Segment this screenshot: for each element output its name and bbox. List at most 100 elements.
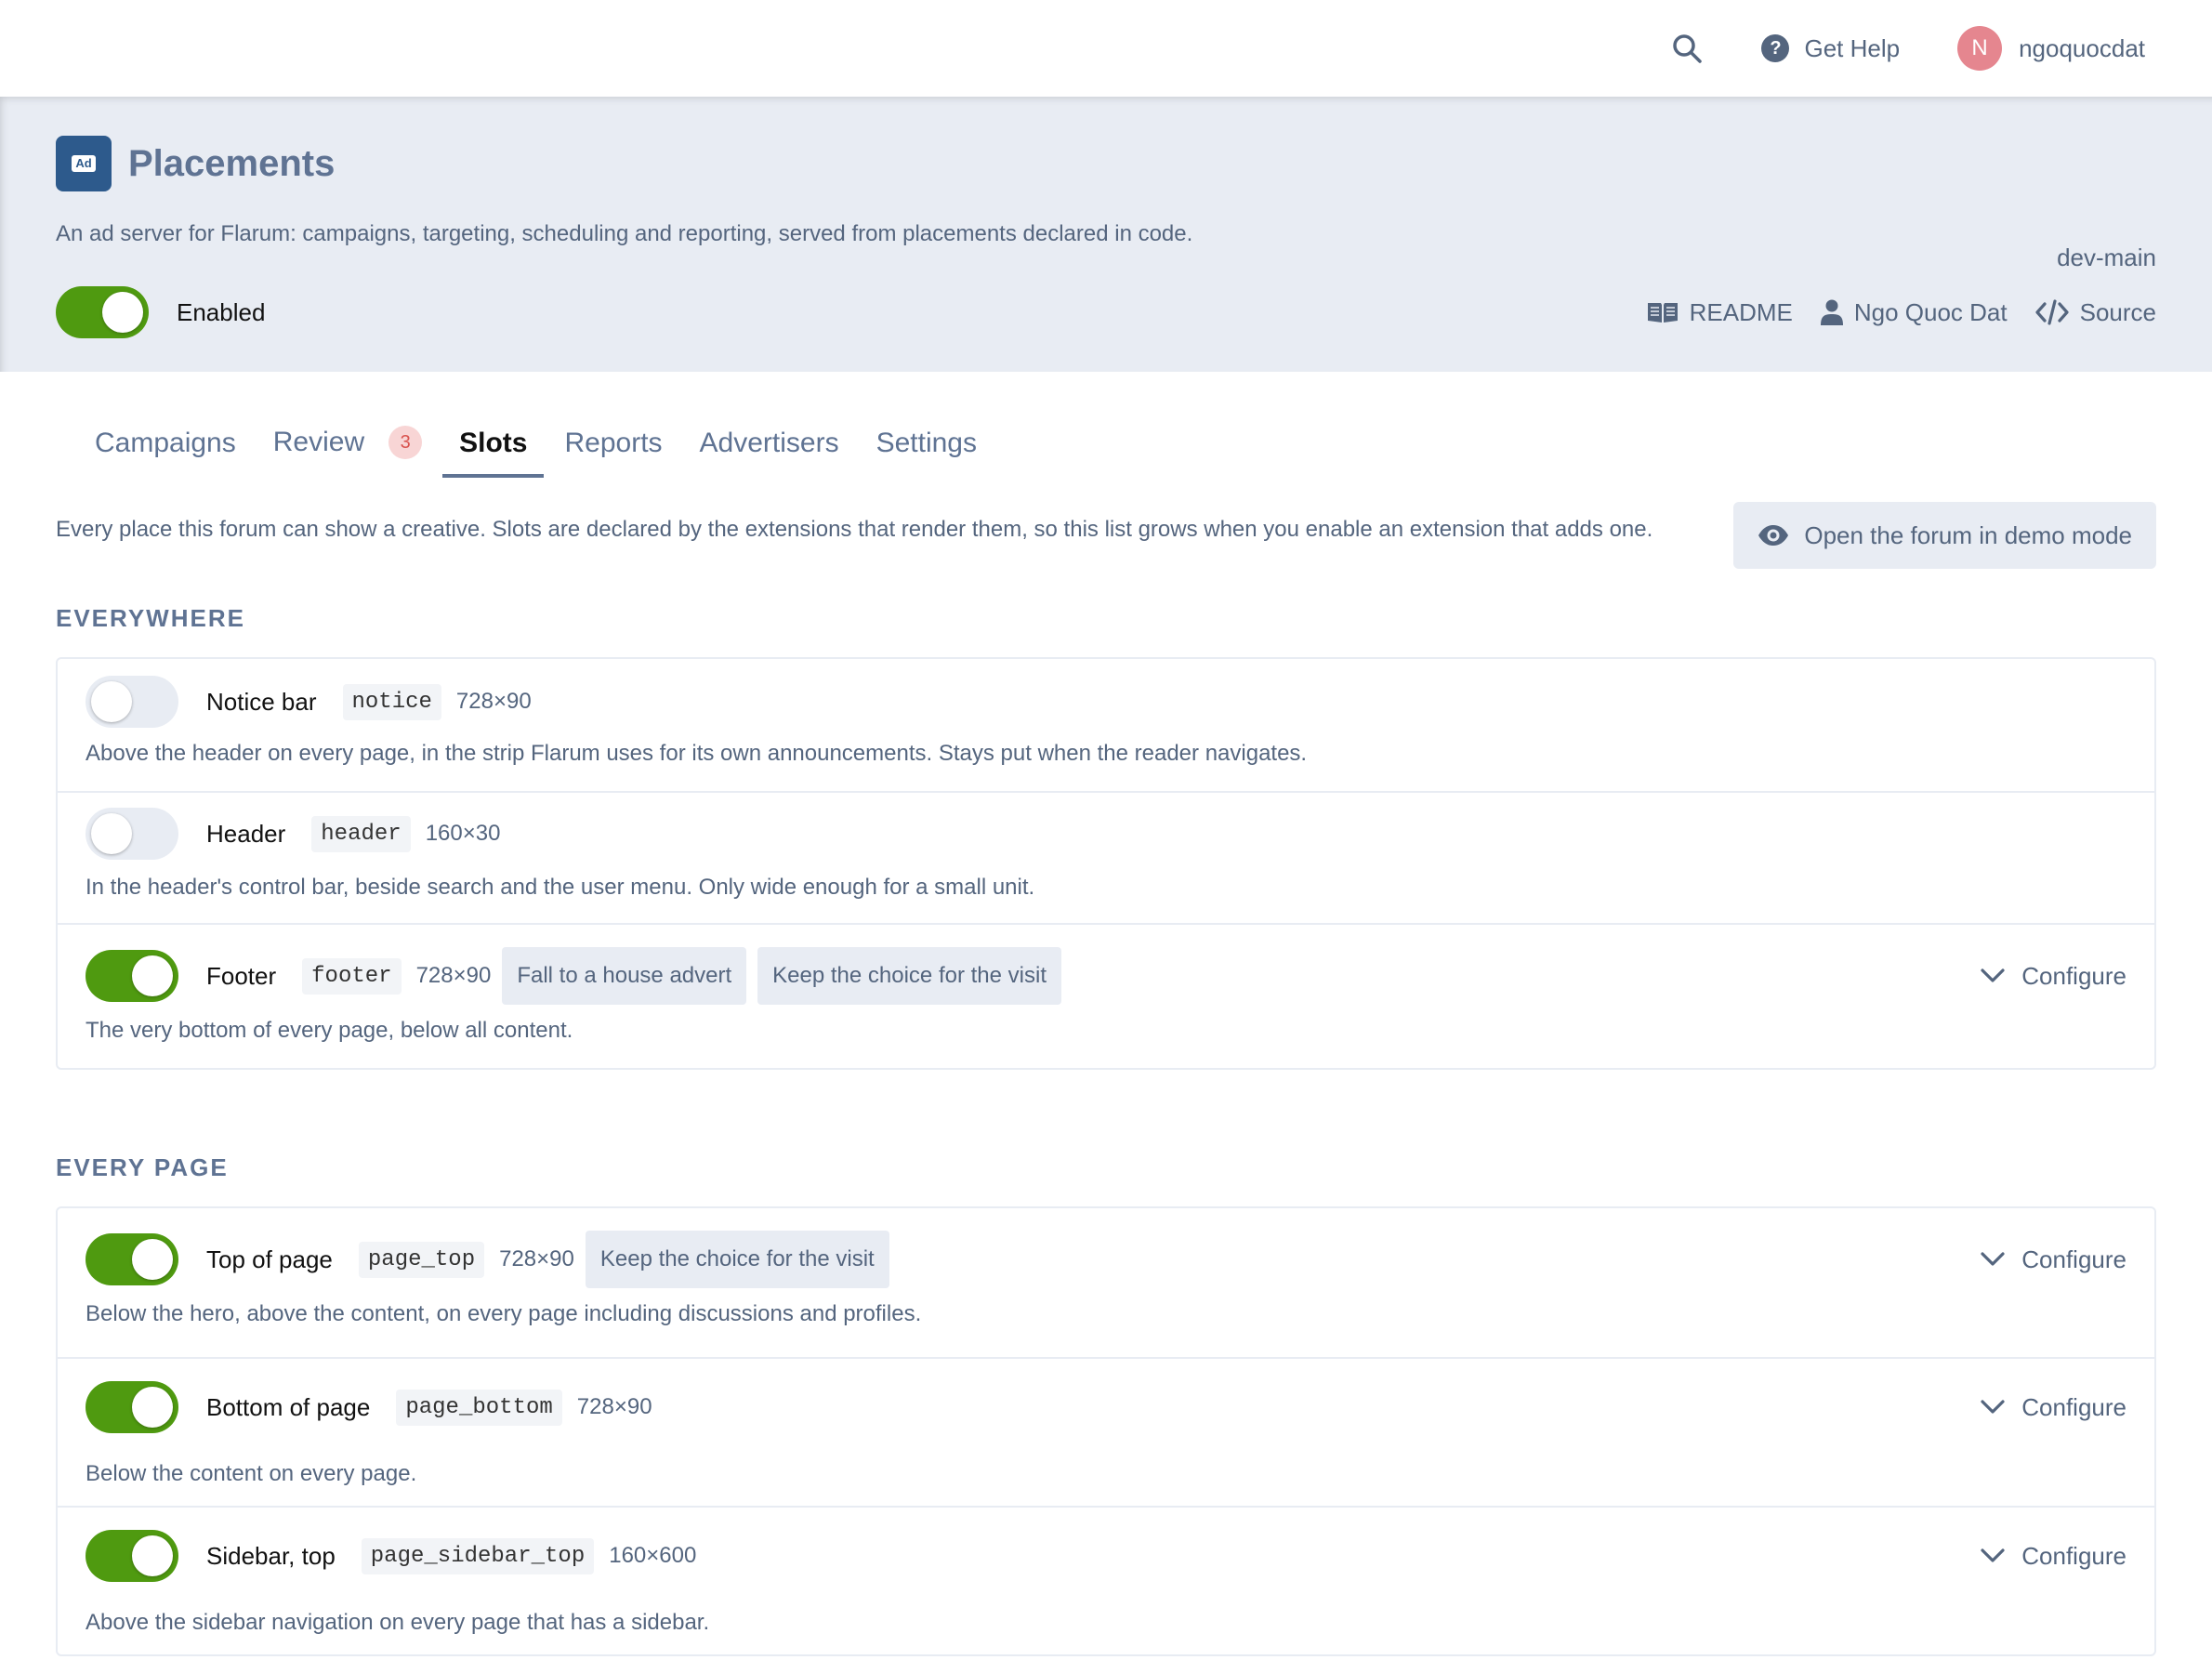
get-help-link[interactable]: ? Get Help [1761,34,1900,63]
slot-description: Below the hero, above the content, on ev… [86,1301,922,1326]
slot-description: Below the content on every page. [86,1461,417,1486]
chevron-down-icon [1981,968,2005,982]
slot-list-every-page: Top of page page_top 728×90 Keep the cho… [56,1206,2156,1656]
slot-description: The very bottom of every page, below all… [86,1018,573,1043]
extension-description: An ad server for Flarum: campaigns, targ… [56,221,1193,246]
configure-button[interactable]: Configure [1981,1542,2126,1571]
chevron-down-icon [1981,1548,2005,1562]
version-label: dev-main [2057,244,2156,271]
slot-size: 728×90 [455,689,532,714]
extension-enabled-toggle[interactable] [56,286,149,338]
section-heading-everywhere: EVERYWHERE [56,604,245,632]
eye-icon [1758,525,1789,546]
slot-description: In the header's control bar, beside sear… [86,875,1035,900]
slot-toggle[interactable] [86,676,178,728]
slot-row-footer: Footer footer 728×90 Fall to a house adv… [58,923,2154,1068]
slot-code: page_bottom [396,1389,562,1426]
slot-list-everywhere: Notice bar notice 728×90 Above the heade… [56,657,2156,1070]
extension-header: Ad Placements dev-main An ad server for … [0,97,2212,372]
slot-size: 160×600 [609,1543,697,1568]
slot-row-page-top: Top of page page_top 728×90 Keep the cho… [58,1208,2154,1357]
slot-toggle[interactable] [86,1530,178,1582]
persistence-chip: Keep the choice for the visit [757,947,1061,1005]
configure-label: Configure [2021,1245,2126,1273]
demo-mode-button[interactable]: Open the forum in demo mode [1733,502,2156,569]
ad-extension-icon: Ad [56,136,112,191]
slot-name: Bottom of page [206,1392,371,1421]
slot-code: notice [342,683,441,720]
question-circle-icon: ? [1761,34,1790,62]
readme-link[interactable]: README [1647,298,1793,327]
tab-advertisers[interactable]: Advertisers [700,428,839,478]
slot-name: Notice bar [206,687,317,716]
slot-size: 728×90 [499,1246,574,1271]
configure-label: Configure [2021,1541,2126,1570]
code-icon [2035,299,2069,325]
slot-name: Footer [206,961,277,990]
book-open-icon [1647,303,1678,323]
tab-bar: Campaigns Review 3 Slots Reports Advertis… [0,413,2212,478]
search-icon [1673,34,1703,63]
source-label: Source [2079,297,2156,326]
ad-icon-text: Ad [72,155,96,172]
username: ngoquocdat [2019,33,2145,62]
tab-label: Slots [459,428,528,458]
tab-label: Settings [876,428,977,458]
slot-description: Above the header on every page, in the s… [86,741,1308,766]
configure-label: Configure [2021,1392,2126,1421]
section-heading-every-page: EVERY PAGE [56,1153,229,1181]
slot-code: page_top [358,1241,485,1278]
configure-label: Configure [2021,961,2126,990]
tab-label: Review [272,427,365,457]
slot-row-notice: Notice bar notice 728×90 Above the heade… [58,659,2154,791]
configure-button[interactable]: Configure [1981,962,2126,991]
slot-toggle[interactable] [86,808,178,860]
tab-review[interactable]: Review 3 [272,426,423,478]
persistence-chip: Keep the choice for the visit [585,1231,889,1288]
slots-intro: Every place this forum can show a creati… [0,502,2212,569]
slot-toggle[interactable] [86,950,178,1002]
author-label: Ngo Quoc Dat [1853,297,2008,326]
tab-label: Reports [564,428,663,458]
fallback-chip: Fall to a house advert [502,947,747,1005]
author-link[interactable]: Ngo Quoc Dat [1820,297,2008,327]
demo-mode-label: Open the forum in demo mode [1804,520,2132,549]
tab-slots[interactable]: Slots [442,428,545,478]
slot-size: 728×90 [415,963,492,988]
search-button[interactable] [1670,32,1704,65]
tab-campaigns[interactable]: Campaigns [95,428,236,478]
user-icon [1820,299,1843,325]
slot-toggle[interactable] [86,1233,178,1285]
readme-label: README [1689,297,1793,326]
avatar: N [1957,26,2003,71]
source-link[interactable]: Source [2035,298,2156,327]
user-menu[interactable]: N ngoquocdat [1957,26,2145,71]
tab-settings[interactable]: Settings [876,428,977,478]
enabled-label: Enabled [177,297,266,326]
get-help-label: Get Help [1804,33,1901,62]
slot-code: footer [302,957,402,995]
slots-intro-text: Every place this forum can show a creati… [56,517,1653,542]
page-title: Placements [128,142,336,184]
configure-button[interactable]: Configure [1981,1393,2126,1422]
slot-row-page-sidebar-top: Sidebar, top page_sidebar_top 160×600 Co… [58,1506,2154,1654]
slot-row-page-bottom: Bottom of page page_bottom 728×90 Config… [58,1357,2154,1506]
slot-description: Above the sidebar navigation on every pa… [86,1610,710,1635]
top-bar: ? Get Help N ngoquocdat [0,0,2212,97]
configure-button[interactable]: Configure [1981,1245,2126,1274]
tab-label: Campaigns [95,428,236,458]
chevron-down-icon [1981,1400,2005,1414]
slot-name: Top of page [206,1245,333,1273]
slot-code: header [311,815,411,852]
slot-name: Sidebar, top [206,1541,336,1570]
review-count-badge: 3 [388,426,423,459]
tab-reports[interactable]: Reports [564,428,662,478]
slot-row-header: Header header 160×30 In the header's con… [58,791,2154,923]
slot-size: 728×90 [576,1394,652,1419]
slot-name: Header [206,819,286,848]
tab-label: Advertisers [699,428,839,458]
slot-code: page_sidebar_top [361,1537,595,1574]
chevron-down-icon [1981,1252,2005,1266]
slot-toggle[interactable] [86,1381,178,1433]
slot-size: 160×30 [425,821,501,846]
